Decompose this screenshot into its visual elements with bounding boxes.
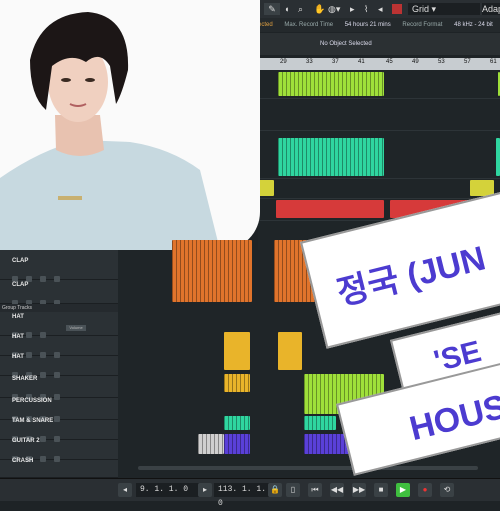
grid-select[interactable]: Grid ▾ — [408, 3, 480, 15]
ruler-mark: 53 — [438, 59, 445, 65]
transport-bar: ◂ 9. 1. 1. 0 ▸ 113. 1. 1. 0 🔒 ▯ ⏮ ◀◀ ▶▶ … — [0, 478, 500, 508]
track-buttons[interactable] — [12, 325, 110, 338]
zoom-icon[interactable]: ⌕ — [298, 3, 303, 15]
track-buttons[interactable] — [12, 365, 110, 378]
track-name: CLAP — [12, 282, 29, 288]
cycle-icon[interactable]: ⟲ — [440, 483, 454, 497]
portrait-image — [0, 12, 220, 250]
ruler-mark: 45 — [386, 59, 393, 65]
track-name: SHAKER — [12, 376, 38, 382]
play-icon[interactable]: ▶ — [396, 483, 410, 497]
info-line: No Object Selected — [258, 33, 500, 55]
midi-clip[interactable] — [304, 416, 336, 430]
track-buttons[interactable] — [12, 345, 110, 358]
hand-icon[interactable]: ✋ — [314, 3, 325, 15]
track-name: CRASH — [12, 458, 34, 464]
arrow-icon-2[interactable]: ◂ — [378, 3, 383, 15]
midi-clip[interactable] — [172, 240, 252, 302]
track-row[interactable]: CLAP — [0, 256, 118, 282]
track-row[interactable]: CRASH — [0, 456, 118, 478]
track-name: PERCUSSION — [12, 398, 52, 404]
max-record-value: 54 hours 21 mins — [344, 22, 391, 28]
forward-icon[interactable]: ▶▶ — [352, 483, 366, 497]
artist-photo — [0, 0, 260, 250]
track-name: TAM & SNARE — [12, 418, 54, 424]
adapt-label: Adapt to — [482, 4, 500, 14]
midi-clip[interactable] — [278, 138, 384, 176]
ruler-mark: 41 — [358, 59, 365, 65]
audio-clip[interactable] — [258, 180, 274, 196]
max-record-label: Max. Record Time — [284, 22, 334, 28]
midi-clip[interactable] — [278, 332, 302, 370]
midi-clip[interactable] — [224, 374, 250, 392]
left-locator-icon[interactable]: ◂ — [118, 483, 132, 497]
midi-clip[interactable] — [198, 434, 224, 454]
speaker-icon[interactable]: ◖ — [284, 3, 289, 15]
banner-text-1: 정국 (JUN — [333, 239, 490, 313]
go-start-icon[interactable]: ⏮ — [308, 483, 322, 497]
track-row[interactable]: HAT — [0, 352, 118, 378]
selected-text: ected — [258, 22, 273, 28]
grid-label: Grid — [412, 4, 430, 14]
record-format-value: 48 kHz - 24 bit — [454, 22, 493, 28]
right-locator-field[interactable]: 113. 1. 1. 0 — [214, 483, 274, 508]
track-buttons[interactable] — [12, 409, 110, 422]
ruler-mark: 49 — [412, 59, 419, 65]
midi-clip[interactable] — [224, 434, 250, 454]
audio-clip[interactable] — [276, 200, 384, 218]
status-bar: ected Max. Record Time 54 hours 21 mins … — [258, 18, 500, 32]
track-buttons[interactable] — [12, 449, 110, 462]
track-name: GUITAR 2 — [12, 438, 40, 444]
track-row[interactable]: CLAP — [0, 280, 118, 306]
banner-text-3: HOUS — [405, 387, 500, 449]
tool-icon[interactable]: ✎ — [264, 3, 280, 15]
adapt-select[interactable]: Adapt to — [482, 3, 500, 15]
right-locator-icon[interactable]: ▸ — [198, 483, 212, 497]
track-buttons[interactable] — [12, 429, 110, 442]
midi-clip[interactable] — [496, 138, 500, 176]
ruler-mark: 33 — [306, 59, 313, 65]
stop-icon[interactable]: ■ — [374, 483, 388, 497]
ruler[interactable]: 29 33 37 41 45 49 53 57 61 — [258, 58, 500, 70]
rewind-icon[interactable]: ◀◀ — [330, 483, 344, 497]
track-buttons[interactable] — [12, 293, 110, 306]
horizontal-scrollbar[interactable] — [138, 466, 478, 470]
punch-icon[interactable]: ▯ — [286, 483, 300, 497]
left-locator-field[interactable]: 9. 1. 1. 0 — [136, 483, 202, 497]
color-icon[interactable]: ◍▾ — [328, 3, 340, 15]
track-name: HAT — [12, 354, 24, 360]
toolbar: ✎ ◖ ⌕ ✋ ◍▾ ▸ ⌇ ◂ Grid ▾ Adapt to — [258, 0, 500, 19]
ruler-mark: 57 — [464, 59, 471, 65]
ruler-mark: 37 — [332, 59, 339, 65]
volume-fader[interactable]: Volume — [66, 325, 86, 331]
track-name: HAT — [12, 334, 24, 340]
snap-icon[interactable]: ⌇ — [364, 3, 368, 15]
midi-clip[interactable] — [224, 416, 250, 430]
record-format-label: Record Format — [402, 22, 443, 28]
track-buttons[interactable] — [12, 269, 110, 282]
midi-clip[interactable] — [278, 72, 384, 96]
snap-toggle-icon[interactable] — [392, 4, 402, 14]
track-name: HAT — [12, 314, 24, 320]
record-icon[interactable]: ● — [418, 483, 432, 497]
midi-clip[interactable] — [224, 332, 250, 370]
ruler-mark: 29 — [280, 59, 287, 65]
track-list: CLAP CLAP Group Tracks HAT Volume HAT HA… — [0, 250, 118, 478]
track-name: CLAP — [12, 258, 29, 264]
lock-icon[interactable]: 🔒 — [268, 483, 282, 497]
track-buttons[interactable] — [12, 387, 110, 400]
ruler-mark: 61 — [490, 59, 497, 65]
arrow-icon[interactable]: ▸ — [350, 3, 355, 15]
track-row[interactable]: SHAKER — [0, 374, 118, 400]
group-header: Group Tracks — [0, 304, 118, 312]
